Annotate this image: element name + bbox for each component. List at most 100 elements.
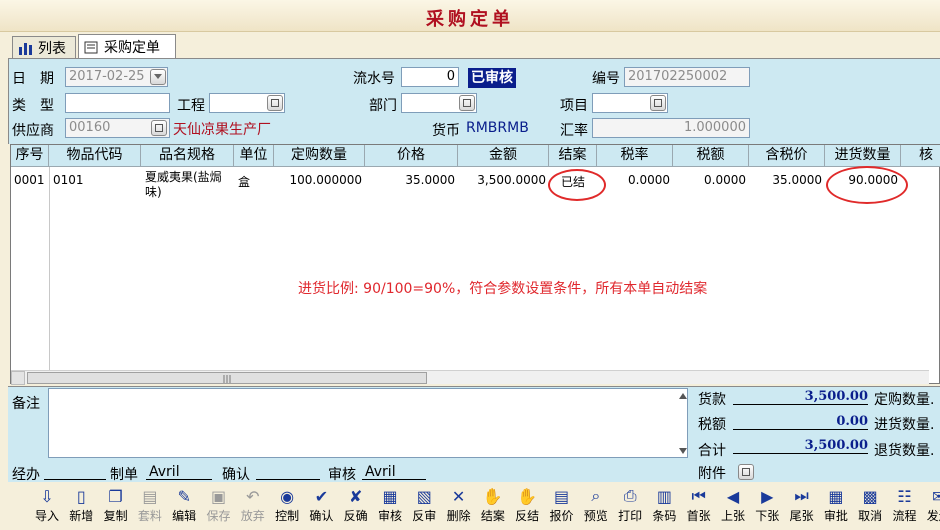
number-label: 编号	[592, 71, 620, 87]
material-icon: ▤	[142, 486, 158, 506]
tab-list[interactable]: 列表	[12, 36, 76, 58]
toolbar-button-confirm[interactable]: ✔ 确认	[304, 487, 338, 527]
chart-icon	[19, 42, 32, 55]
toolbar-button-label: 复制	[103, 509, 128, 523]
flow-icon: ☷	[897, 486, 912, 506]
attach-button[interactable]	[738, 464, 754, 480]
highlight-circle-closed	[548, 169, 606, 201]
order-qty-label: 定购数量.	[874, 392, 935, 408]
type-field[interactable]	[65, 93, 170, 113]
attach-label: 附件	[698, 466, 726, 482]
col-header-unit[interactable]: 单位	[234, 145, 274, 167]
col-header-check[interactable]: 核	[901, 145, 940, 167]
dept-lookup-button[interactable]	[459, 95, 475, 111]
preview-icon: ⌕	[591, 486, 601, 505]
confirm-value	[256, 464, 320, 480]
toolbar-button-first[interactable]: ⏮ 首张	[682, 486, 716, 527]
toolbar-button-barcode[interactable]: ▥ 条码	[647, 487, 681, 527]
col-header-price[interactable]: 价格	[365, 145, 458, 167]
toolbar-button-reopen[interactable]: ✋ 反结	[510, 487, 544, 527]
horizontal-scrollbar[interactable]	[11, 370, 929, 385]
total-value: 3,500.00	[733, 438, 868, 454]
audit-icon: ▦	[382, 486, 398, 506]
toolbar-button-label: 首张	[686, 509, 711, 523]
scroll-up-icon[interactable]	[679, 393, 687, 399]
memo-textarea[interactable]	[48, 388, 688, 458]
toolbar-button-prev[interactable]: ◀ 上张	[716, 487, 750, 527]
toolbar-button-label: 删除	[446, 509, 471, 523]
cell-seq: 0001	[14, 173, 45, 187]
toolbar-button-label: 放弃	[240, 509, 265, 523]
cell-tax: 0.0000	[704, 173, 746, 187]
col-header-price-tax[interactable]: 含税价	[749, 145, 825, 167]
col-header-name[interactable]: 品名规格	[141, 145, 234, 167]
toolbar-button-copy[interactable]: ❐ 复制	[99, 487, 133, 527]
col-header-received[interactable]: 进货数量	[825, 145, 901, 167]
serial-field[interactable]: 0	[401, 67, 459, 87]
scroll-down-icon[interactable]	[679, 448, 687, 454]
col-divider	[49, 167, 50, 370]
goods-value: 3,500.00	[733, 389, 868, 405]
toolbar-button-undo[interactable]: ↶ 放弃	[236, 487, 270, 527]
toolbar-button-save[interactable]: ▣ 保存	[202, 487, 236, 527]
tab-list-label: 列表	[38, 40, 66, 57]
window-title: 采购定单	[426, 9, 514, 30]
tab-purchase-order[interactable]: 采购定单	[78, 34, 176, 58]
col-header-amount[interactable]: 金额	[458, 145, 549, 167]
col-header-order-qty[interactable]: 定购数量	[274, 145, 365, 167]
document-icon	[84, 41, 98, 53]
reopen-icon: ✋	[517, 486, 538, 506]
print-icon: ⎙	[623, 486, 637, 505]
scroll-left-button[interactable]	[11, 371, 25, 385]
toolbar-button-send[interactable]: ✉ 发送	[922, 487, 940, 527]
date-label: 日 期	[12, 71, 54, 87]
audit-value: Avril	[362, 464, 426, 480]
lookup-icon	[463, 99, 471, 107]
toolbar-button-import[interactable]: ⇩ 导入	[30, 487, 64, 527]
line-items-grid[interactable]: 序号 物品代码 品名规格 单位 定购数量 价格 金额 结案 税率 税额 含税价 …	[10, 144, 940, 384]
toolbar-button-preview[interactable]: ⌕ 预览	[579, 486, 613, 527]
toolbar-button-material[interactable]: ▤ 套料	[133, 487, 167, 527]
toolbar-button-close-case[interactable]: ✋ 结案	[476, 487, 510, 527]
toolbar-button-new[interactable]: ▯ 新增	[64, 487, 98, 527]
col-header-seq[interactable]: 序号	[11, 145, 49, 167]
toolbar-button-label: 编辑	[172, 509, 197, 523]
status-badge: 已审核	[468, 68, 516, 88]
toolbar-button-flow[interactable]: ☷ 流程	[888, 487, 922, 527]
toolbar-button-approve[interactable]: ▦ 审批	[819, 487, 853, 527]
quote-icon: ▤	[553, 486, 570, 506]
toolbar-button-control[interactable]: ◉ 控制	[270, 487, 304, 527]
serial-label: 流水号	[353, 71, 395, 87]
rate-field[interactable]: 1.000000	[592, 118, 750, 138]
toolbar-button-label: 套料	[137, 509, 162, 523]
project-lookup-button[interactable]	[267, 95, 283, 111]
barcode-icon: ▥	[656, 486, 672, 506]
toolbar-button-print[interactable]: ⎙ 打印	[613, 486, 647, 527]
col-header-closed[interactable]: 结案	[549, 145, 597, 167]
col-header-code[interactable]: 物品代码	[49, 145, 141, 167]
toolbar-button-edit[interactable]: ✎ 编辑	[167, 487, 201, 527]
toolbar-button-unaudit[interactable]: ▧ 反审	[407, 487, 441, 527]
toolbar-button-label: 预览	[583, 509, 608, 523]
supplier-lookup-button[interactable]	[151, 120, 167, 136]
toolbar-button-next[interactable]: ▶ 下张	[750, 487, 784, 527]
goods-label: 货款	[698, 392, 726, 408]
maker-label: 制单	[110, 467, 138, 483]
toolbar-button-label: 发送	[926, 509, 940, 523]
number-field[interactable]: 201702250002	[624, 67, 750, 87]
item-lookup-button[interactable]	[650, 95, 666, 111]
toolbar-button-last[interactable]: ⏭ 尾张	[785, 486, 819, 527]
memo-label: 备注	[12, 396, 40, 412]
handler-label: 经办	[12, 467, 40, 483]
col-header-tax-rate[interactable]: 税率	[597, 145, 673, 167]
chevron-down-icon	[154, 74, 162, 79]
scroll-thumb[interactable]	[27, 372, 427, 384]
toolbar-button-audit[interactable]: ▦ 审核	[373, 487, 407, 527]
toolbar-button-delete[interactable]: ✕ 删除	[442, 487, 476, 527]
toolbar-button-cancel[interactable]: ▩ 取消	[853, 487, 887, 527]
col-header-tax[interactable]: 税额	[673, 145, 749, 167]
first-icon: ⏮	[691, 486, 706, 505]
date-dropdown-button[interactable]	[150, 69, 166, 85]
toolbar-button-unconfirm[interactable]: ✘ 反确	[339, 487, 373, 527]
toolbar-button-quote[interactable]: ▤ 报价	[545, 487, 579, 527]
